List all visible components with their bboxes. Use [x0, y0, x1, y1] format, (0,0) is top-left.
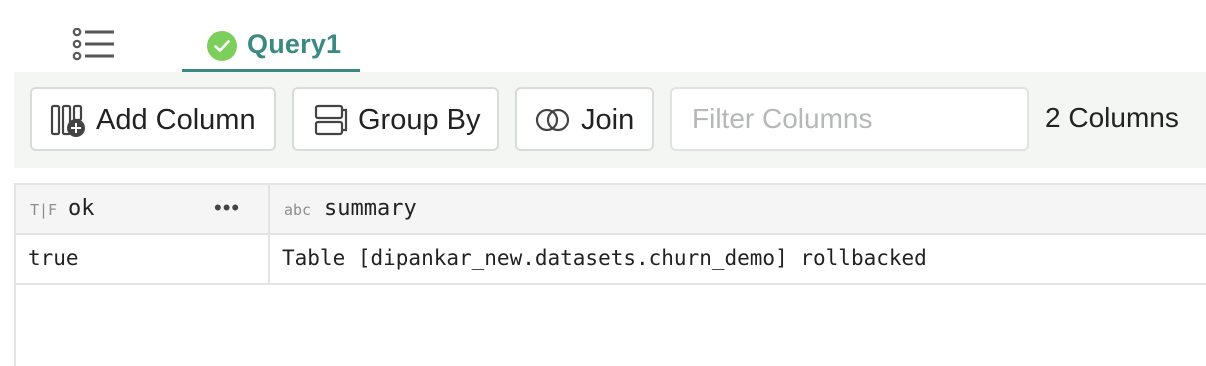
add-column-button[interactable]: Add Column — [30, 87, 276, 151]
results-table: T|F ok ••• abc summary true Table [dipan… — [14, 183, 1206, 366]
table-row: true Table [dipankar_new.datasets.churn_… — [16, 235, 1206, 285]
column-header-ok[interactable]: T|F ok ••• — [16, 185, 270, 235]
column-name: summary — [324, 196, 417, 221]
join-label: Join — [581, 104, 635, 136]
toolbar: Add Column Group By Join 2 Columns — [14, 72, 1206, 168]
boolean-type-icon: T|F — [30, 201, 58, 219]
filter-columns-input[interactable] — [670, 87, 1029, 151]
text-type-icon: abc — [284, 201, 312, 219]
tab-query1[interactable]: Query1 — [182, 20, 360, 73]
table-cell-ok[interactable]: true — [16, 235, 270, 283]
column-header-summary[interactable]: abc summary — [270, 185, 1206, 235]
column-name: ok — [68, 196, 95, 221]
table-cell-summary[interactable]: Table [dipankar_new.datasets.churn_demo]… — [270, 235, 1206, 283]
group-by-button[interactable]: Group By — [292, 87, 499, 151]
add-column-icon — [50, 104, 86, 143]
table-header: T|F ok ••• abc summary — [16, 183, 1206, 235]
list-icon[interactable] — [72, 27, 116, 62]
join-icon — [535, 107, 571, 138]
tab-label: Query1 — [247, 29, 342, 59]
column-menu-icon[interactable]: ••• — [214, 195, 240, 221]
column-count: 2 Columns — [1045, 102, 1179, 133]
tab-bar: Query1 — [0, 0, 1206, 73]
check-circle-icon — [207, 31, 237, 61]
add-column-label: Add Column — [96, 104, 256, 136]
join-button[interactable]: Join — [515, 87, 654, 151]
group-by-icon — [314, 104, 348, 141]
group-by-label: Group By — [358, 104, 481, 136]
